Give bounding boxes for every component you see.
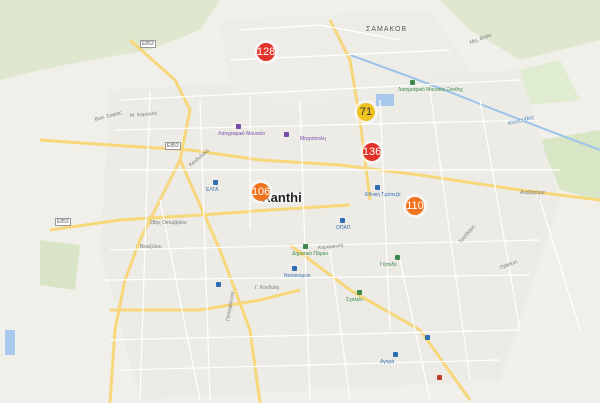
market-icon[interactable] [393, 352, 398, 357]
map-canvas[interactable]: E853 E853 E853 ΣΑΜΑΚΟΒ Κοσυνθος Xanthi Β… [0, 0, 600, 403]
poi-label: ΟΠΑΠ [336, 225, 351, 231]
cluster-marker[interactable]: 110 [406, 197, 424, 215]
poi-label: Δημοτικό Πάρκο [292, 251, 328, 257]
street-label: 28ης Οκτωβρίου [150, 220, 187, 226]
poi-label: Λαογραφικό Μουσείο Ξάνθης [398, 87, 464, 93]
district-label: ΣΑΜΑΚΟΒ [366, 26, 408, 33]
post-office-icon[interactable] [213, 180, 218, 185]
stadium-icon[interactable] [395, 255, 400, 260]
cluster-marker[interactable]: 136 [363, 143, 381, 161]
church-icon[interactable] [284, 132, 289, 137]
atm-icon[interactable] [216, 282, 221, 287]
poi-label: ΕΛΤΑ [206, 187, 219, 193]
hospital-icon[interactable] [292, 266, 297, 271]
cluster-marker[interactable]: 71 [357, 103, 375, 121]
street-label: Γ. Κονδύλη [255, 285, 280, 291]
poi-label: Σχολείο [346, 297, 363, 303]
park-icon[interactable] [410, 80, 415, 85]
street-label: Αναξαγόρα [520, 190, 545, 196]
bank-icon[interactable] [340, 218, 345, 223]
bank-icon[interactable] [425, 335, 430, 340]
cluster-marker[interactable]: 106 [252, 183, 270, 201]
museum-icon[interactable] [236, 124, 241, 129]
poi-label: Εθνική Τράπεζα [365, 192, 401, 198]
road-shield: E853 [140, 40, 156, 48]
road-shield: E853 [165, 142, 181, 150]
shop-icon[interactable] [437, 375, 442, 380]
poi-label: Λαογραφικό Μουσείο [218, 131, 266, 137]
road-shield: E853 [55, 218, 71, 226]
poi-label: Νοσοκομείο [284, 273, 311, 279]
cluster-marker[interactable]: 128 [257, 43, 275, 61]
park-icon[interactable] [303, 244, 308, 249]
poi-label: Αγορά [380, 359, 395, 365]
poi-label: Μητρόπολη [300, 136, 326, 142]
poi-label: Γήπεδο [380, 262, 397, 268]
bank-icon[interactable] [375, 185, 380, 190]
school-icon[interactable] [357, 290, 362, 295]
street-label: Βενιζέλου [140, 244, 162, 250]
